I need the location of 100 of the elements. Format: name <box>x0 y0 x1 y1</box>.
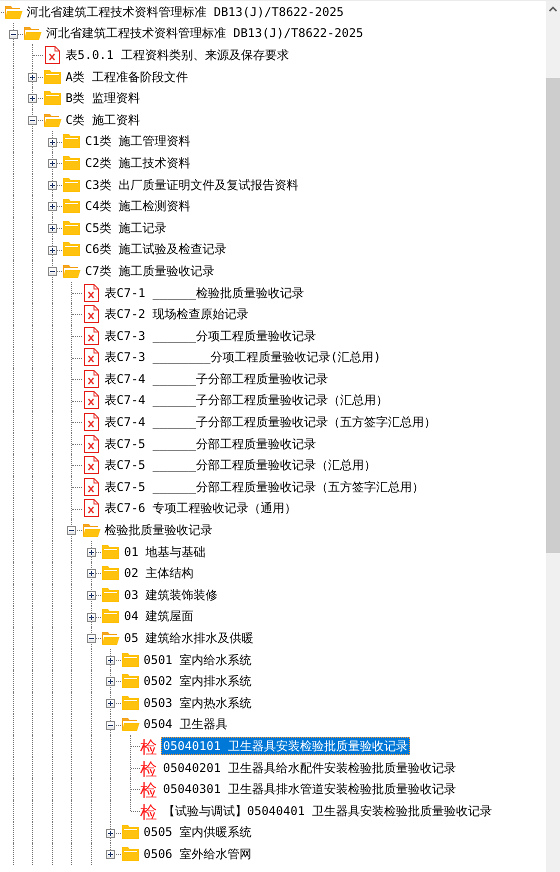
expand-toggle[interactable] <box>86 591 96 600</box>
tree-item-label[interactable]: 0502 室内排水系统 <box>142 672 254 690</box>
tree-item-label[interactable]: C1类 施工管理资料 <box>83 132 193 150</box>
expand-toggle[interactable] <box>48 224 56 233</box>
tree-item-label[interactable]: 表C7-3 ______分项工程质量验收记录 <box>102 326 318 345</box>
plus-icon <box>50 204 54 210</box>
minus-icon <box>69 530 74 532</box>
expand-toggle[interactable] <box>48 202 56 212</box>
expand-toggle[interactable] <box>106 828 115 838</box>
collapse-toggle[interactable] <box>48 267 56 276</box>
expand-toggle[interactable] <box>28 72 37 82</box>
expand-toggle[interactable] <box>86 548 96 557</box>
tree-item-label[interactable]: 表C7-4 ______子分部工程质量验收记录 <box>102 370 330 388</box>
plus-icon <box>50 140 54 145</box>
document-x-icon <box>82 284 100 302</box>
tree-item-label[interactable]: 0506 室外给水管网 <box>142 844 254 863</box>
scrollbar-thumb[interactable] <box>546 78 560 553</box>
plus-icon <box>108 658 113 663</box>
document-x-icon <box>42 46 62 64</box>
document-x-icon <box>82 305 100 324</box>
plus-icon <box>50 226 54 231</box>
tree-item-label[interactable]: 05040301 卫生器具排水管道安装检验批质量验收记录 <box>161 780 458 798</box>
collapse-toggle[interactable] <box>67 526 76 536</box>
plus-icon <box>108 852 113 858</box>
document-x-icon <box>82 456 100 474</box>
plus-icon <box>30 74 35 80</box>
tree-item-label[interactable]: C7类 施工质量验收记录 <box>83 262 217 280</box>
collapse-toggle[interactable] <box>106 720 115 730</box>
tree-item-label[interactable]: C2类 施工技术资料 <box>83 154 193 172</box>
document-x-icon <box>82 348 100 366</box>
tree-item-label[interactable]: 河北省建筑工程技术资料管理标准 DB13(J)/T8622-2025 <box>44 24 366 42</box>
document-x-icon <box>82 370 100 388</box>
tree-item-label[interactable]: 表C7-5 ______分部工程质量验收记录 <box>102 434 318 453</box>
tree-item-label[interactable]: A类 工程准备阶段文件 <box>64 68 190 86</box>
collapse-toggle[interactable] <box>8 30 18 39</box>
minus-icon <box>50 271 54 272</box>
tree-item-label[interactable]: 05 建筑给水排水及供暖 <box>122 629 256 648</box>
plus-icon <box>108 701 113 706</box>
tree-item-label[interactable]: 表C7-4 ______子分部工程质量验收记录（五方签字汇总用） <box>102 413 438 432</box>
tree-item-label[interactable]: 0504 卫生器具 <box>142 715 230 734</box>
tree-item-label[interactable]: 05040201 卫生器具给水配件安装检验批质量验收记录 <box>161 758 458 777</box>
inspection-icon: 检 <box>140 738 159 757</box>
expand-toggle[interactable] <box>28 94 37 104</box>
tree-item-label[interactable]: 01 地基与基础 <box>122 542 208 561</box>
expand-toggle[interactable] <box>106 699 115 708</box>
expand-toggle[interactable] <box>86 569 96 578</box>
inspection-icon: 检 <box>140 782 159 800</box>
minus-icon <box>30 120 35 121</box>
tree-item-label[interactable]: 表C7-1 ______检验批质量验收记录 <box>102 284 306 302</box>
plus-icon <box>50 161 54 166</box>
tree-item-label[interactable]: C5类 施工记录 <box>83 218 169 237</box>
tree-item-label[interactable]: 0503 室内热水系统 <box>142 694 254 712</box>
tree-item-label[interactable]: 03 建筑装饰装修 <box>122 586 220 604</box>
tree-item-label[interactable]: C类 施工资料 <box>64 110 142 129</box>
tree-item-label[interactable]: 05040101 卫生器具安装检验批质量验收记录 <box>161 736 410 755</box>
expand-toggle[interactable] <box>48 246 56 255</box>
document-x-icon <box>82 478 100 496</box>
tree-item-label[interactable]: 02 主体结构 <box>122 564 196 582</box>
tree-item-label[interactable]: 表C7-5 ______分部工程质量验收记录（汇总用） <box>102 456 378 474</box>
minus-icon <box>88 638 94 640</box>
document-x-icon <box>82 434 100 453</box>
plus-icon <box>88 614 94 620</box>
tree-item-label[interactable]: 0505 室内供暖系统 <box>142 823 254 842</box>
plus-icon <box>30 96 35 102</box>
tree-item-label[interactable]: C4类 施工检测资料 <box>83 197 193 216</box>
plus-icon <box>88 550 94 555</box>
tree-item-label[interactable]: 表C7-5 ______分部工程质量验收记录（五方签字汇总用） <box>102 478 426 496</box>
vertical-scrollbar[interactable] <box>546 1 560 872</box>
tree-item-label[interactable]: 检验批质量验收记录 <box>102 521 214 540</box>
tree-item-label[interactable]: C3类 出厂质量证明文件及复试报告资料 <box>83 176 301 194</box>
document-x-icon <box>82 413 100 432</box>
tree-item-label[interactable]: 04 建筑屋面 <box>122 607 196 626</box>
document-x-icon <box>82 391 100 410</box>
plus-icon <box>108 830 113 836</box>
tree-item-label[interactable]: C6类 施工试验及检查记录 <box>83 240 229 258</box>
expand-toggle[interactable] <box>48 180 56 190</box>
plus-icon <box>50 248 54 253</box>
document-x-icon <box>82 326 100 345</box>
inspection-icon: 检 <box>140 760 159 779</box>
tree-item-label[interactable]: 河北省建筑工程技术资料管理标准 DB13(J)/T8622-2025 <box>24 2 346 21</box>
collapse-toggle[interactable] <box>86 634 96 644</box>
tree-item-label[interactable]: 表C7-4 ______子分部工程质量验收记录（汇总用） <box>102 391 390 410</box>
tree-item-label[interactable]: B类 监理资料 <box>64 89 142 108</box>
tree-item-label[interactable]: 【试验与调试】05040401 卫生器具安装检验批质量验收记录 <box>161 802 494 820</box>
tree-item-label[interactable]: 表C7-2 现场检查原始记录 <box>102 305 251 324</box>
expand-toggle[interactable] <box>48 159 56 168</box>
expand-toggle[interactable] <box>86 612 96 622</box>
collapse-toggle[interactable] <box>28 116 37 125</box>
expand-toggle[interactable] <box>106 656 115 665</box>
plus-icon <box>88 593 94 598</box>
plus-icon <box>108 679 113 684</box>
tree-item-label[interactable]: 表5.0.1 工程资料类别、来源及保存要求 <box>64 46 291 64</box>
tree-item-label[interactable]: 表C7-3 ________分项工程质量验收记录(汇总用) <box>102 348 383 366</box>
expand-toggle[interactable] <box>106 850 115 860</box>
document-x-icon <box>82 499 100 518</box>
expand-toggle[interactable] <box>106 677 115 686</box>
tree-item-label[interactable]: 表C7-6 专项工程验收记录（通用） <box>102 499 299 518</box>
expand-toggle[interactable] <box>48 138 56 147</box>
plus-icon <box>88 571 94 576</box>
tree-item-label[interactable]: 0501 室内给水系统 <box>142 650 254 669</box>
